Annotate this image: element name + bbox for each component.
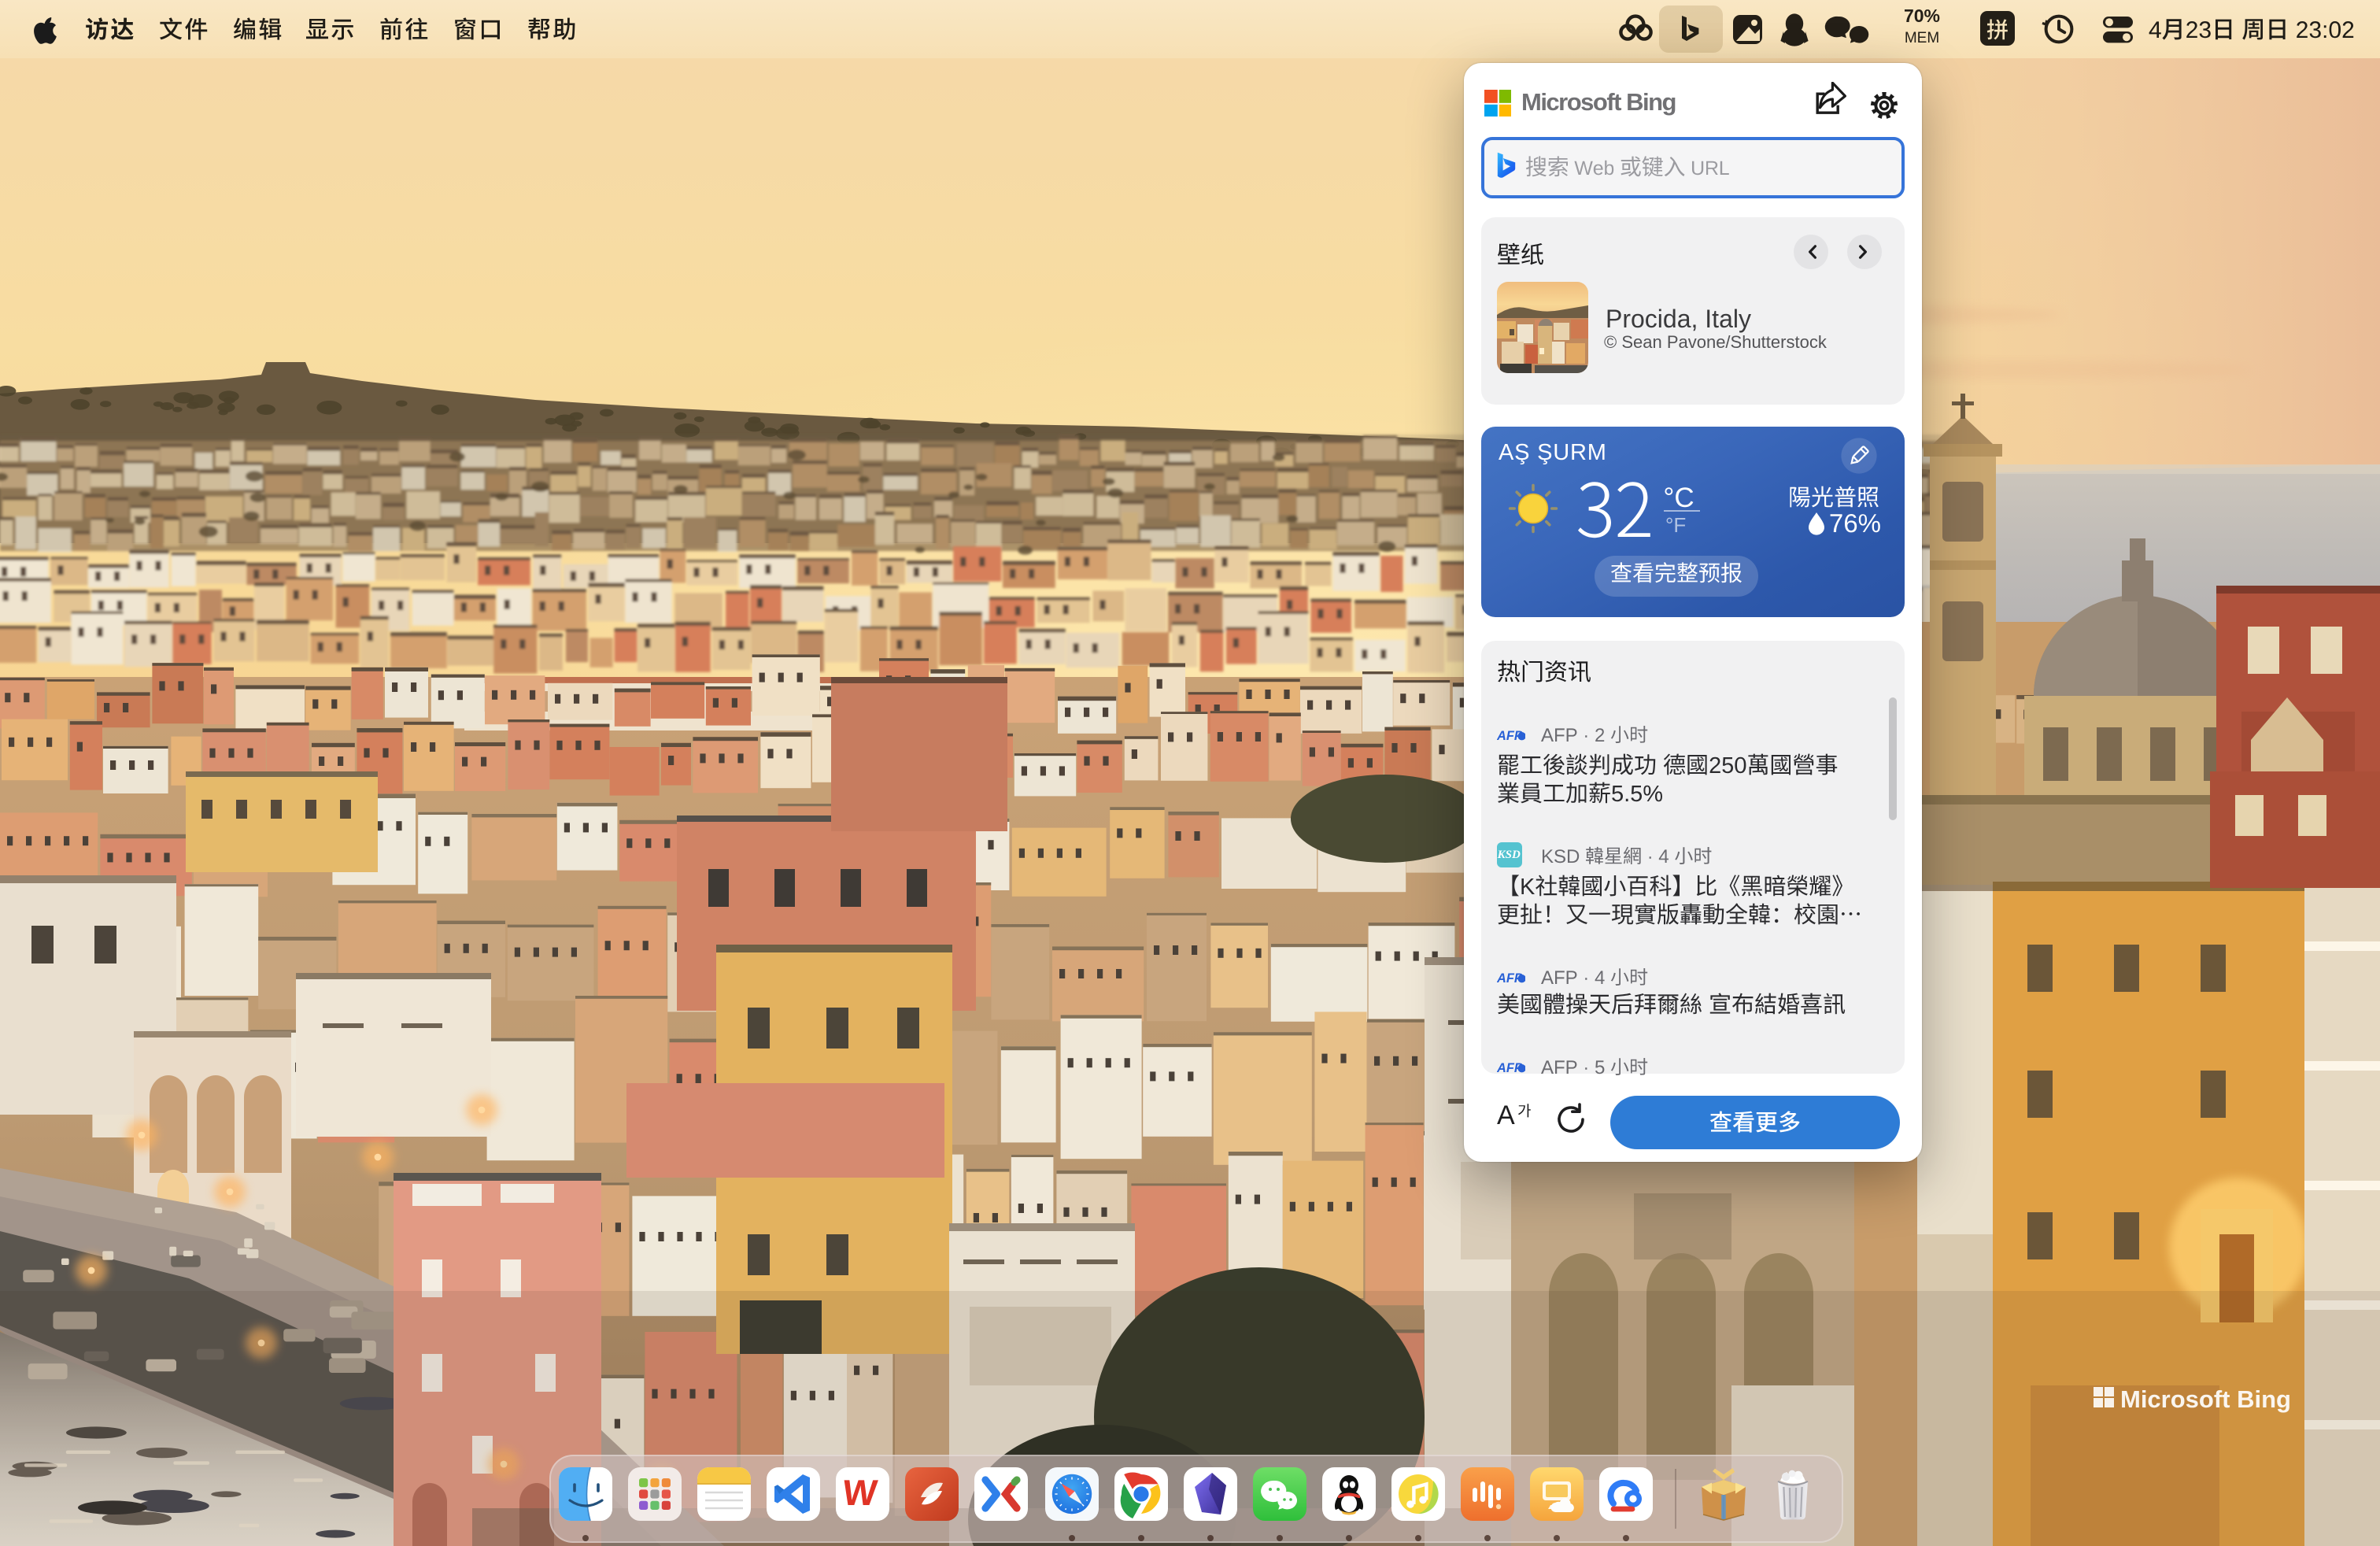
svg-text:W: W [841,1473,880,1514]
svg-text:Microsoft Bing: Microsoft Bing [2120,1385,2291,1413]
